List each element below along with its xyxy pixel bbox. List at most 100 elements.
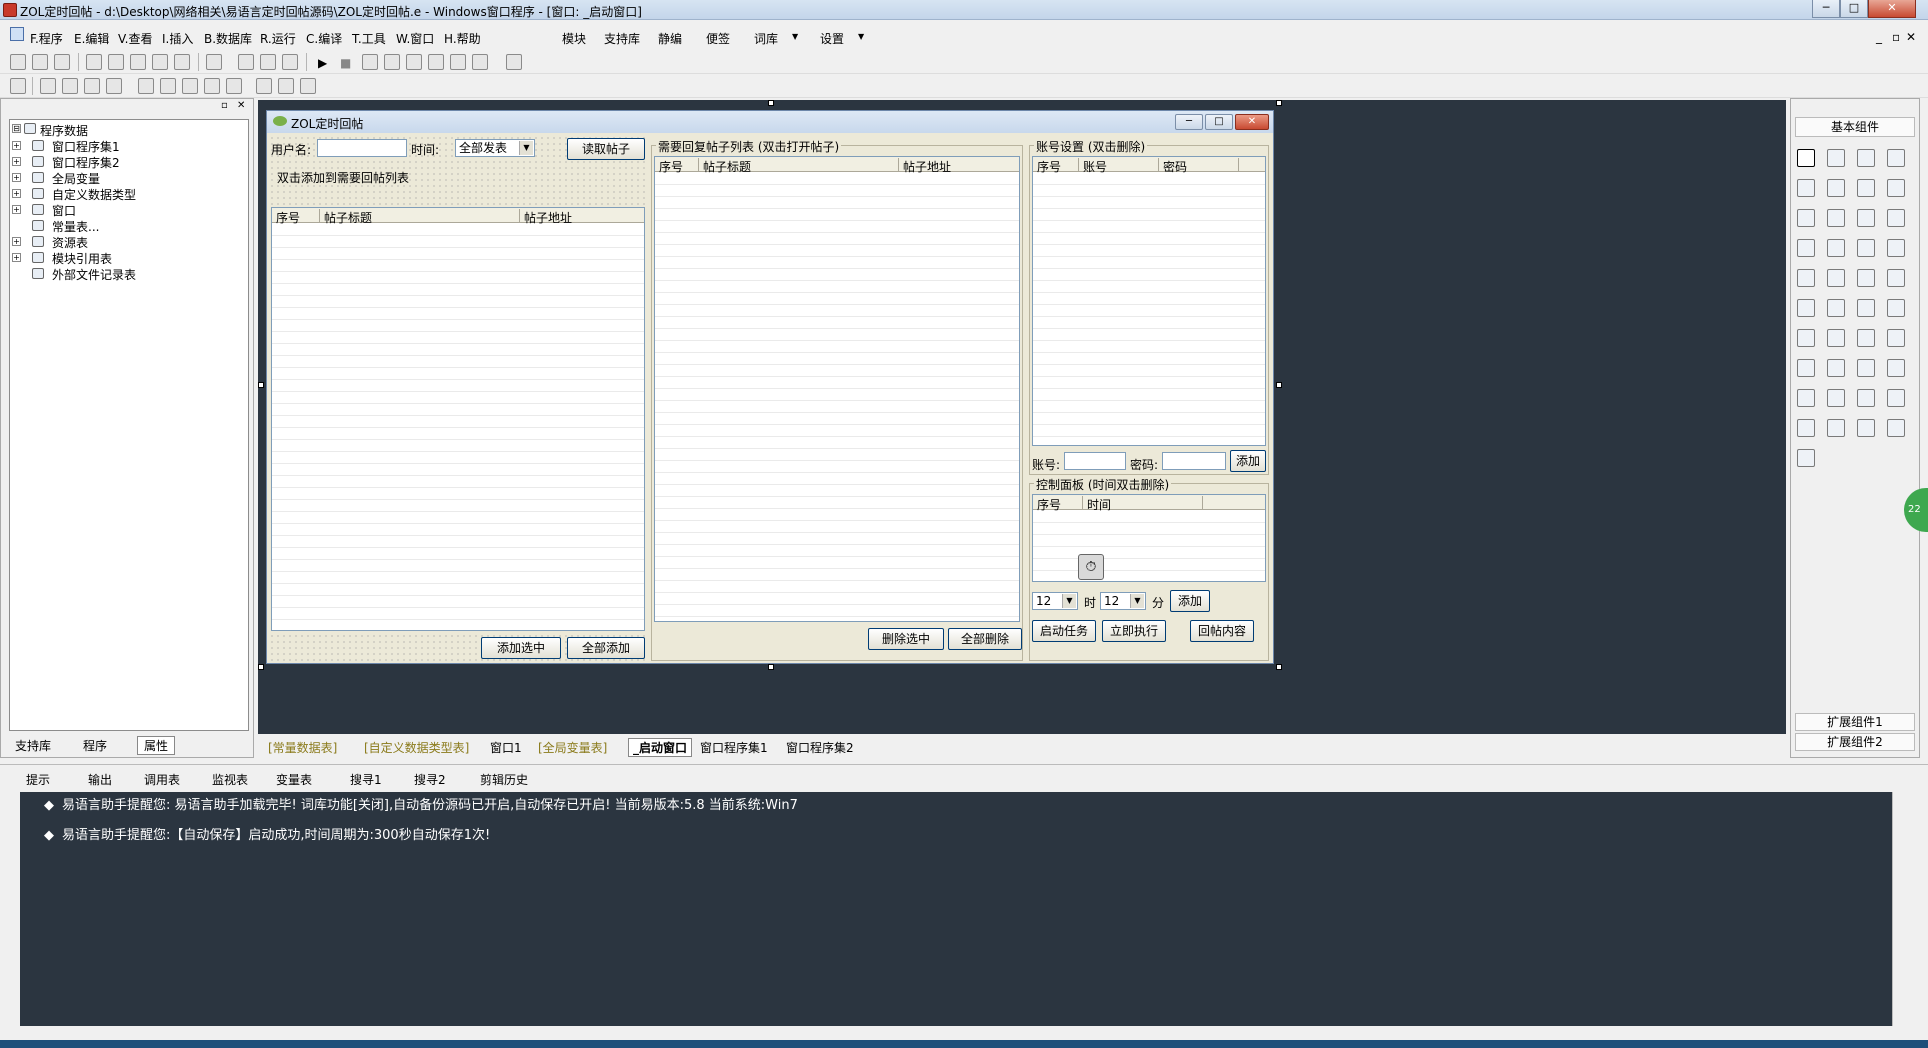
stop-icon[interactable]: ■ <box>340 56 351 70</box>
column-index[interactable]: 序号 <box>1033 496 1083 512</box>
tab-startup-window[interactable]: _启动窗口 <box>628 738 693 757</box>
undo-icon[interactable] <box>152 54 168 70</box>
timer-icon[interactable]: ⏱ <box>1078 554 1104 580</box>
column-index[interactable]: 序号 <box>272 209 320 225</box>
output-scrollbar[interactable] <box>1892 792 1910 1026</box>
tab-properties[interactable]: 属性 <box>137 736 176 755</box>
tab-support-lib[interactable]: 支持库 <box>15 737 51 754</box>
read-posts-button[interactable]: 读取帖子 <box>567 138 645 160</box>
client-component-icon[interactable] <box>1887 359 1905 377</box>
timer-component-icon[interactable] <box>1797 359 1815 377</box>
minimize-button[interactable]: ─ <box>1812 0 1840 18</box>
tab-window1[interactable]: 窗口1 <box>490 739 522 756</box>
form-close-button[interactable]: ✕ <box>1235 114 1269 130</box>
maximize-button[interactable]: □ <box>1840 0 1868 18</box>
menu-compile[interactable]: C.编译 <box>306 30 342 47</box>
tab-constants[interactable]: [常量数据表] <box>268 739 337 756</box>
layout-icon-2[interactable] <box>260 54 276 70</box>
reply-list[interactable]: 序号 帖子标题 帖子地址 <box>654 156 1020 622</box>
menu-lexicon[interactable]: 词库 <box>754 30 778 47</box>
edit-box-icon[interactable] <box>1797 179 1815 197</box>
menu-database[interactable]: B.数据库 <box>204 30 252 47</box>
checkbox-component-icon[interactable] <box>1797 209 1815 227</box>
posts-list[interactable]: 序号 帖子标题 帖子地址 <box>271 207 645 631</box>
layout-icon-3[interactable] <box>282 54 298 70</box>
account-input[interactable] <box>1064 452 1126 470</box>
radio-component-icon[interactable] <box>1827 209 1845 227</box>
image-component-icon[interactable] <box>1857 149 1875 167</box>
resize-handle-bottom-left[interactable] <box>258 664 264 670</box>
v-spacing-icon[interactable] <box>226 78 242 94</box>
menu-settings[interactable]: 设置 <box>820 30 844 47</box>
resize-handle-bottom-right[interactable] <box>1276 664 1282 670</box>
h-spacing-icon[interactable] <box>204 78 220 94</box>
hand-icon[interactable] <box>472 54 488 70</box>
spin-component-icon[interactable] <box>1857 269 1875 287</box>
grid-icon[interactable] <box>10 78 26 94</box>
time-select[interactable]: 全部发表 ▼ <box>455 139 535 157</box>
tab-search1[interactable]: 搜寻1 <box>350 771 382 788</box>
tab-output[interactable]: 输出 <box>88 771 112 788</box>
password-input[interactable] <box>1162 452 1226 470</box>
resize-handle-top[interactable] <box>768 100 774 106</box>
tab-search2[interactable]: 搜寻2 <box>414 771 446 788</box>
tree-item-assembly1[interactable]: + 窗口程序集1 <box>12 138 212 154</box>
run-now-button[interactable]: 立即执行 <box>1102 620 1166 642</box>
tab-hints[interactable]: 提示 <box>26 771 50 788</box>
schedule-list[interactable]: 序号 时间 <box>1032 494 1266 582</box>
resize-handle-bottom[interactable] <box>768 664 774 670</box>
step-icon-1[interactable] <box>362 54 378 70</box>
db-provider-icon[interactable] <box>1827 419 1845 437</box>
column-index[interactable]: 序号 <box>655 158 699 174</box>
same-size-icon[interactable] <box>182 78 198 94</box>
chevron-down-icon[interactable]: ▼ <box>519 141 533 155</box>
label-component-icon[interactable] <box>1827 149 1845 167</box>
vscroll-component-icon[interactable] <box>1857 239 1875 257</box>
menu-insert[interactable]: I.插入 <box>162 30 193 47</box>
group-box-icon[interactable] <box>1827 179 1845 197</box>
dialog-component-icon[interactable] <box>1857 389 1875 407</box>
save-icon[interactable] <box>54 54 70 70</box>
tab-program[interactable]: 程序 <box>83 737 107 754</box>
tab-variables[interactable]: 变量表 <box>276 771 312 788</box>
hour-select[interactable]: 12 ▼ <box>1032 592 1078 610</box>
menu-window[interactable]: W.窗口 <box>396 30 434 47</box>
mdi-minimize-button[interactable]: _ <box>1876 30 1882 44</box>
resize-handle-top-right[interactable] <box>1276 100 1282 106</box>
pointer-icon[interactable] <box>1797 149 1815 167</box>
left-panel-close[interactable]: ✕ <box>237 100 245 111</box>
redo-icon[interactable] <box>174 54 190 70</box>
slider-component-icon[interactable] <box>1797 269 1815 287</box>
menu-view[interactable]: V.查看 <box>118 30 152 47</box>
database-component-icon[interactable] <box>1827 329 1845 347</box>
resize-handle-right[interactable] <box>1276 382 1282 388</box>
tree-item-external-files[interactable]: 外部文件记录表 <box>12 266 212 282</box>
tab-control-icon[interactable] <box>1827 269 1845 287</box>
form-minimize-button[interactable]: ─ <box>1175 114 1203 130</box>
hscroll-component-icon[interactable] <box>1827 239 1845 257</box>
find-icon[interactable] <box>206 54 222 70</box>
tab-call-stack[interactable]: 调用表 <box>144 771 180 788</box>
resize-handle-left[interactable] <box>258 382 264 388</box>
delete-selected-button[interactable]: 删除选中 <box>868 628 944 650</box>
combobox-component-icon[interactable] <box>1857 209 1875 227</box>
network-component-icon[interactable] <box>1857 359 1875 377</box>
mdi-restore-button[interactable]: ▫ <box>1892 30 1900 44</box>
odbc-db-icon[interactable] <box>1797 449 1815 467</box>
progress-component-icon[interactable] <box>1887 239 1905 257</box>
tab-watch[interactable]: 监视表 <box>212 771 248 788</box>
add-account-button[interactable]: 添加 <box>1230 450 1266 472</box>
menu-tools[interactable]: T.工具 <box>352 30 386 47</box>
settings-dropdown-icon[interactable]: ▼ <box>858 32 864 41</box>
server-component-icon[interactable] <box>1797 389 1815 407</box>
chevron-down-icon[interactable]: ▼ <box>1130 594 1144 608</box>
tab-clip-history[interactable]: 剪辑历史 <box>480 771 528 788</box>
tree-item-resources[interactable]: + 资源表 <box>12 234 212 250</box>
select-list-icon[interactable] <box>1797 239 1815 257</box>
listbox-component-icon[interactable] <box>1887 209 1905 227</box>
picture-box-icon[interactable] <box>1887 389 1905 407</box>
grid-component-icon[interactable] <box>1797 329 1815 347</box>
username-input[interactable] <box>317 139 407 157</box>
menu-support-lib[interactable]: 支持库 <box>604 30 640 47</box>
shape-component-icon[interactable] <box>1887 149 1905 167</box>
